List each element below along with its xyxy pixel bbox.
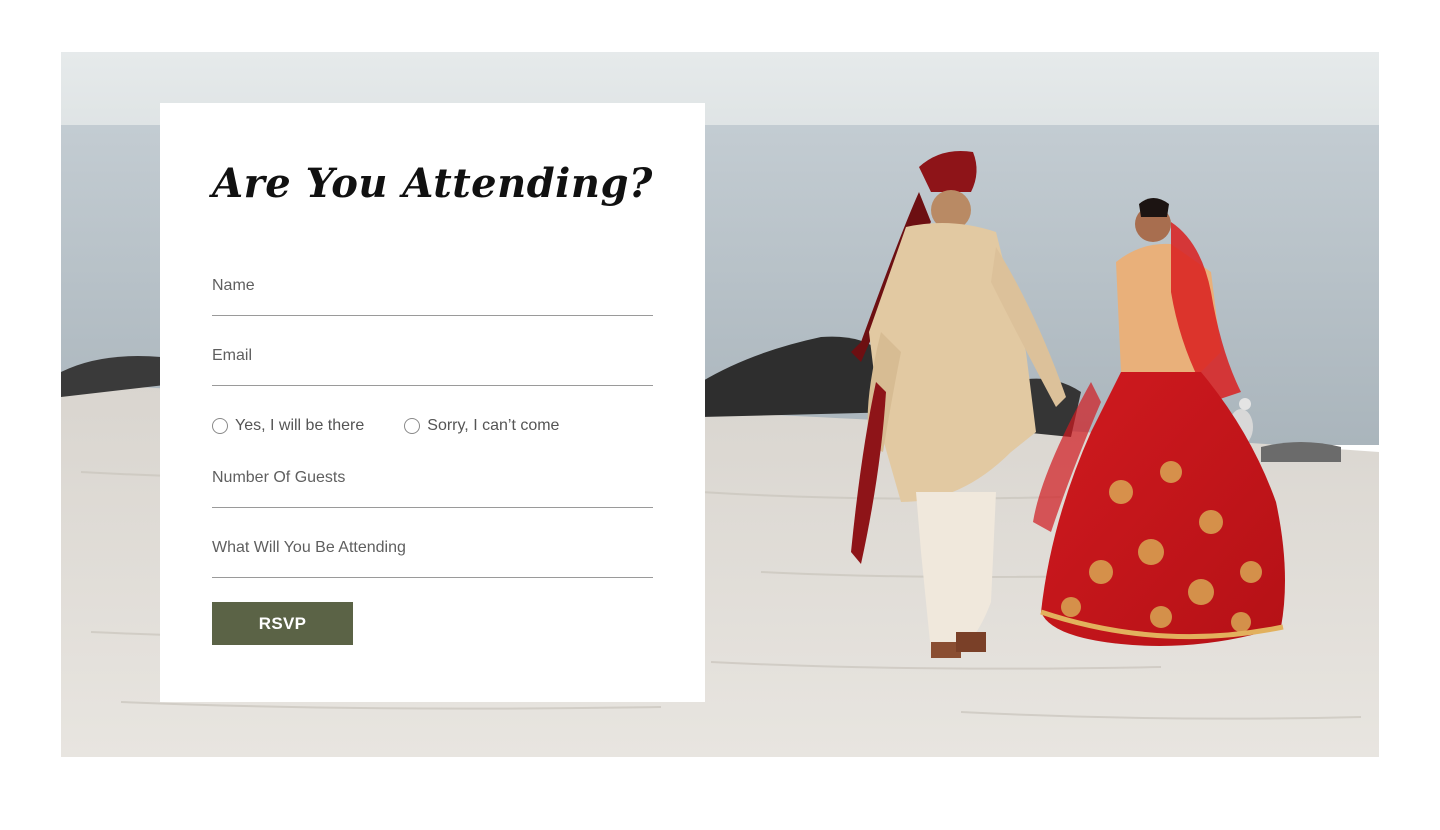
radio-button-icon[interactable]	[212, 418, 228, 434]
attending-events-input[interactable]	[212, 533, 653, 563]
radio-yes[interactable]: Yes, I will be there	[212, 417, 364, 435]
email-field-wrapper	[212, 341, 653, 386]
form-title: Are You Attending?	[212, 160, 653, 207]
attending-field-wrapper	[212, 533, 653, 578]
radio-no-label: Sorry, I can’t come	[427, 417, 560, 434]
attendance-radio-group: Yes, I will be there Sorry, I can’t come	[212, 415, 599, 437]
rsvp-card: Are You Attending? Yes, I will be there …	[160, 103, 705, 702]
radio-button-icon[interactable]	[404, 418, 421, 434]
name-field-wrapper	[212, 271, 653, 316]
rsvp-section: Are You Attending? Yes, I will be there …	[0, 0, 1440, 830]
number-of-guests-input[interactable]	[212, 463, 653, 493]
guests-field-wrapper	[212, 463, 653, 508]
name-input[interactable]	[212, 271, 653, 301]
rsvp-button[interactable]: RSVP	[212, 602, 353, 645]
radio-no[interactable]: Sorry, I can’t come	[404, 417, 559, 435]
radio-yes-label: Yes, I will be there	[235, 417, 365, 434]
email-input[interactable]	[212, 341, 653, 371]
